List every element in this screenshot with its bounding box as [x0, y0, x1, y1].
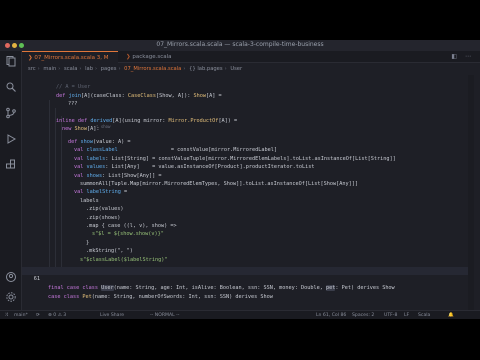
scala-file-icon: ❯ [126, 54, 131, 60]
code-line: // A = User [56, 84, 91, 91]
live-share-button[interactable]: Live Share [100, 311, 124, 319]
code-line: val values: List[Any] = value.asInstance… [74, 164, 315, 171]
code-line: s"$classLabel($labelString)" [80, 256, 168, 263]
tab-07-mirrors[interactable]: ❯ 07_Mirrors.scala.scala 3, M [22, 51, 118, 63]
code-line: labels [80, 197, 99, 204]
breadcrumb-item[interactable]: {} lab.pages [189, 66, 222, 72]
code-line: .mkString(", ") [86, 248, 133, 255]
title-bar: 07_Mirrors.scala.scala — scala-3-compile… [0, 40, 480, 51]
encoding-status[interactable]: UTF-8 [384, 311, 397, 319]
settings-gear-icon[interactable] [5, 291, 17, 303]
breadcrumb-item[interactable]: 07_Mirrors.scala.scala [124, 66, 181, 72]
code-line: summonAll[Tuple.Map[mirror.MirroredElemT… [80, 181, 358, 187]
account-icon[interactable] [5, 271, 17, 283]
window-title: 07_Mirrors.scala.scala — scala-3-compile… [156, 41, 324, 48]
sync-icon[interactable]: ⟳ [36, 311, 40, 319]
code-line: val labelString = [74, 189, 128, 196]
tab-package-scala[interactable]: ❯ package.scala [120, 51, 186, 63]
remote-icon[interactable]: ⤨ [4, 311, 8, 319]
code-line: s"$l = ${show.show(v)}" [92, 231, 164, 238]
code-line: val labels: List[String] = constValueTup… [74, 155, 396, 162]
run-debug-icon[interactable] [5, 133, 17, 145]
code-editor[interactable]: // A = User def join[A](caseClass: CaseC… [22, 75, 474, 310]
code-line: } [86, 239, 90, 246]
code-line: .zip(shows) [86, 214, 121, 221]
tab-actions[interactable]: ◧ ⋯ [451, 53, 474, 60]
source-control-icon[interactable] [5, 107, 17, 119]
problems-status[interactable]: ⊗ 0 ⚠ 3 [48, 311, 66, 319]
breadcrumb-item[interactable]: scala [64, 66, 77, 72]
vim-mode-status: -- NORMAL -- [150, 313, 180, 318]
scrollbar[interactable] [468, 75, 474, 310]
eol-status[interactable]: LF [404, 311, 409, 319]
code-line: val shows: List[Show[Any]] = [74, 172, 162, 179]
code-line-current: 61 final case class User(name: String, a… [22, 267, 474, 291]
code-line: def show(value: A) = [68, 139, 131, 145]
cursor-position[interactable]: Ln 61, Col 86 [316, 311, 346, 319]
language-mode[interactable]: Scala [418, 311, 430, 319]
vscode-window: 07_Mirrors.scala.scala — scala-3-compile… [0, 40, 480, 319]
tab-label: package.scala [132, 54, 172, 60]
code-line: new Show[A]: [62, 126, 100, 133]
breadcrumb-item[interactable]: User [230, 66, 242, 72]
code-line: case class Pet(name: String, numberOfSwo… [48, 294, 273, 301]
code-line: .map { case ((l, v), show) => [86, 223, 177, 229]
code-line: ??? [68, 101, 78, 108]
breadcrumb-item[interactable]: pages [101, 66, 117, 72]
activity-bar [0, 51, 22, 310]
breadcrumb-item[interactable]: main [43, 66, 56, 72]
extensions-icon[interactable] [5, 159, 17, 171]
tab-label: 07_Mirrors.scala.scala 3, M [34, 55, 109, 61]
notifications-bell-icon[interactable]: 🔔 [448, 311, 454, 319]
search-icon[interactable] [5, 81, 17, 93]
editor-tabs: ❯ 07_Mirrors.scala.scala 3, M ❯ package.… [22, 51, 480, 63]
code-line: def join[A](caseClass: CaseClass[Show, A… [56, 92, 222, 99]
scala-file-icon: ❯ [28, 55, 33, 61]
code-line: .zip(values) [86, 206, 124, 213]
branch-status[interactable]: main* [14, 311, 28, 319]
explorer-icon[interactable] [5, 55, 17, 67]
breadcrumb-item[interactable]: src [28, 66, 36, 72]
code-line: val classLabel = constValue[mirror.Mirro… [74, 147, 278, 154]
breadcrumb: src › main › scala › lab › pages › 07_Mirrors… [28, 66, 243, 72]
indentation-status[interactable]: Spaces: 2 [352, 311, 374, 319]
breadcrumb-item[interactable]: lab [85, 66, 93, 72]
code-line: inline def derived[A](using mirror: Mirr… [56, 118, 238, 124]
status-bar: ⤨ main* ⟳ ⊗ 0 ⚠ 3 Live Share -- NORMAL -… [0, 310, 480, 319]
